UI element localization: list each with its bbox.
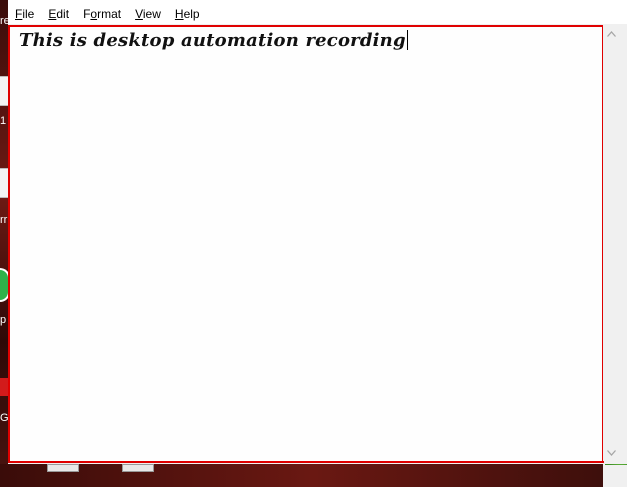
desktop-icon-label: 1 <box>0 115 7 127</box>
file-icon[interactable] <box>122 464 154 472</box>
menu-view[interactable]: View <box>128 0 168 24</box>
notepad-window: File Edit Format View Help This is deskt… <box>8 0 627 464</box>
menu-help[interactable]: Help <box>168 0 207 24</box>
text-editor-area[interactable]: This is desktop automation recording <box>8 25 604 463</box>
menu-bar: File Edit Format View Help <box>8 0 627 24</box>
desktop-background-bottom <box>0 464 627 487</box>
menu-help-label: elp <box>183 7 200 21</box>
vertical-scrollbar[interactable] <box>603 25 620 461</box>
menu-help-accel: H <box>174 7 184 21</box>
menu-file-label: ile <box>22 7 35 21</box>
menu-file[interactable]: File <box>8 0 41 24</box>
desktop-icon-label: p <box>0 314 7 326</box>
file-icon[interactable] <box>47 464 79 472</box>
editor-content-line: This is desktop automation recording <box>19 30 408 51</box>
scroll-up-arrow-icon[interactable] <box>603 25 620 42</box>
text-caret <box>406 30 408 50</box>
menu-edit-label: dit <box>56 7 70 21</box>
menu-format[interactable]: Format <box>76 0 128 24</box>
app-shortcut-icon[interactable] <box>0 378 8 396</box>
menu-edit[interactable]: Edit <box>41 0 76 24</box>
menu-view-label: iew <box>142 7 161 21</box>
menu-format-label: rmat <box>97 7 122 21</box>
scroll-down-arrow-icon[interactable] <box>603 444 620 461</box>
menu-view-accel: V <box>135 7 143 21</box>
desktop-icon-label: rr <box>0 214 8 226</box>
editor-text: This is desktop automation recording <box>19 30 406 51</box>
